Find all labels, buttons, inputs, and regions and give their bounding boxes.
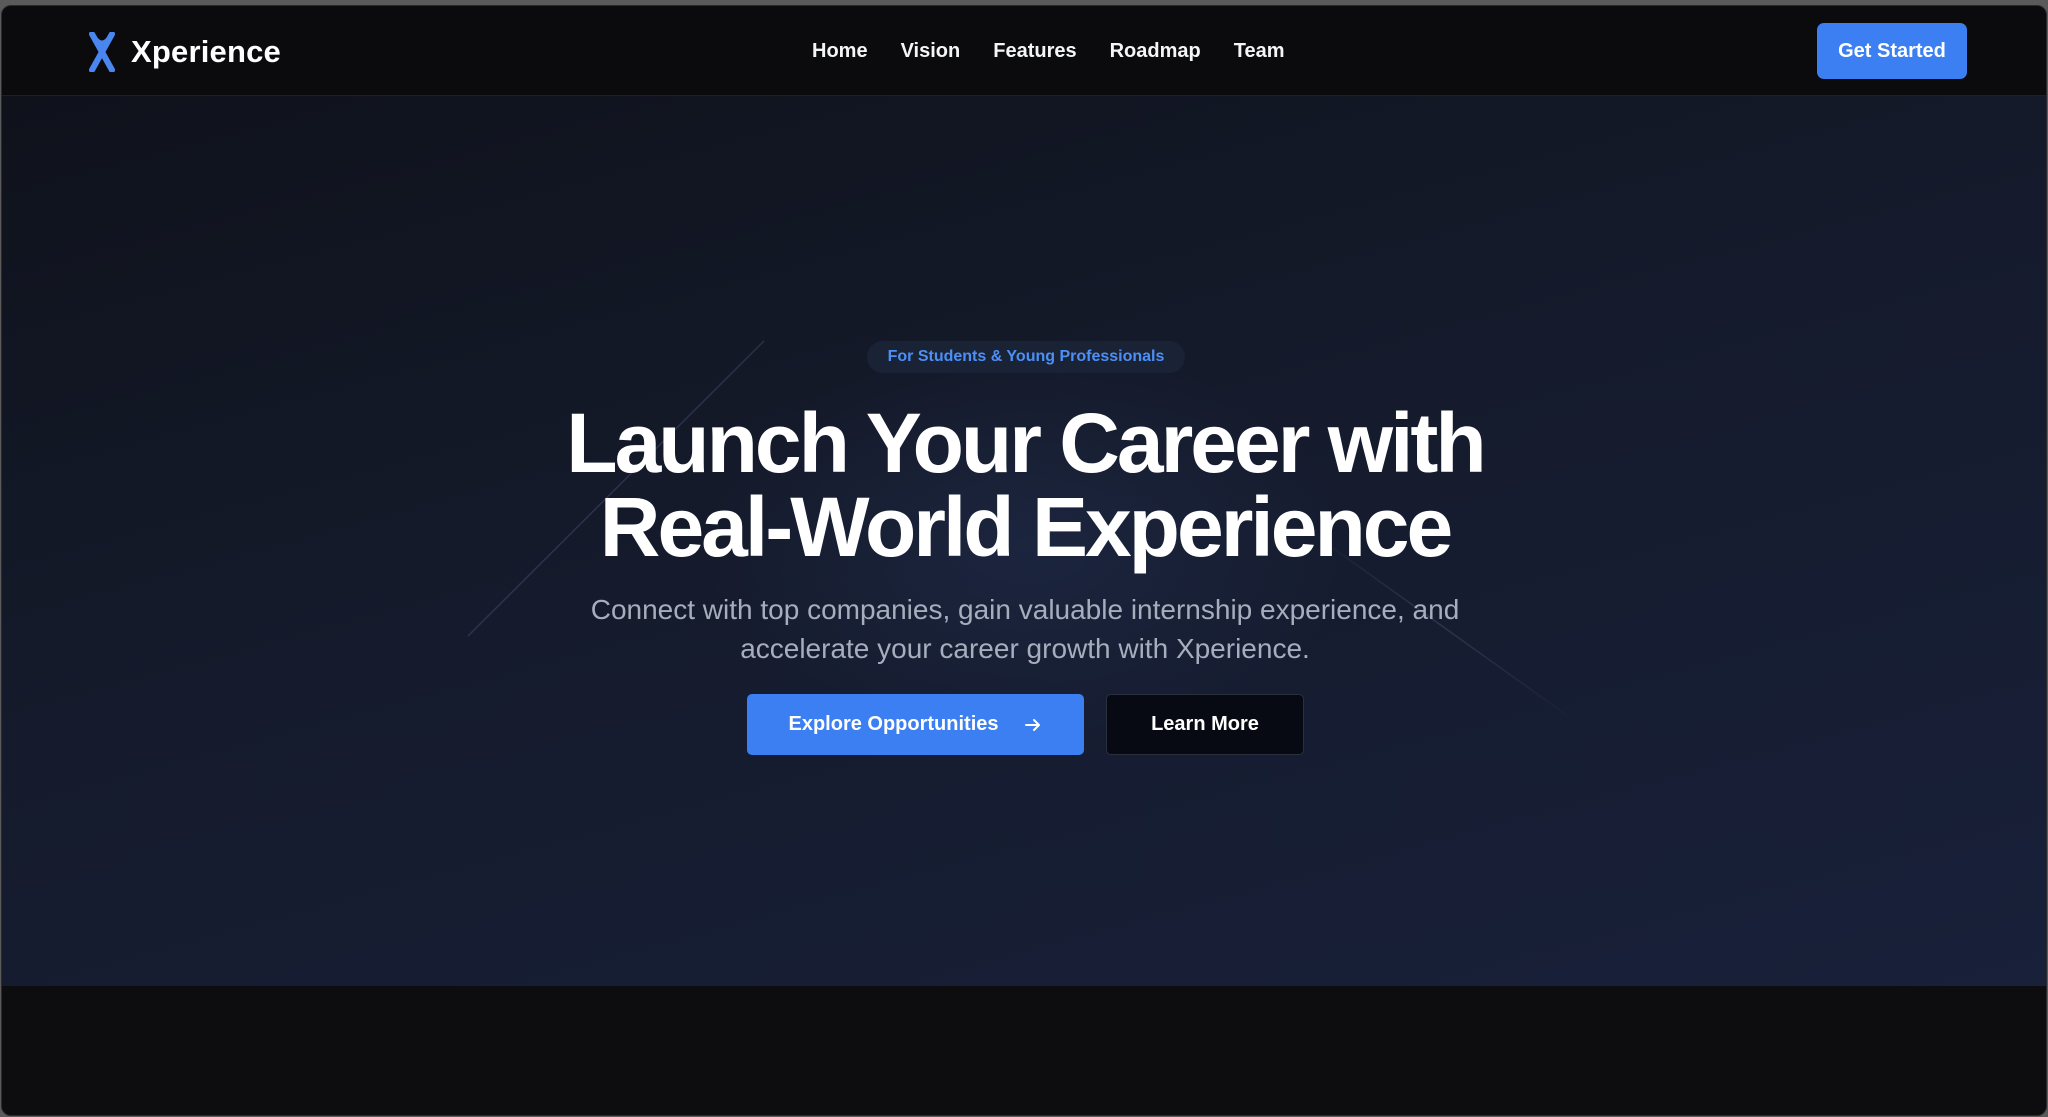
nav-link-features[interactable]: Features [993,40,1076,63]
explore-opportunities-label: Explore Opportunities [788,713,999,735]
main-nav: Home Vision Features Roadmap Team [812,40,1285,63]
arrow-right-icon [1024,718,1040,731]
next-section [2,986,2046,1115]
x-logo-icon [89,32,115,72]
hero-section: For Students & Young Professionals Launc… [2,96,2046,986]
browser-window: Xperience Home Vision Features Roadmap T… [1,5,2047,1116]
hero-subtitle: Connect with top companies, gain valuabl… [525,590,1525,668]
hero-subtitle-line2: accelerate your career growth with Xperi… [740,633,1310,664]
audience-badge: For Students & Young Professionals [867,341,1185,373]
nav-link-team[interactable]: Team [1234,40,1285,63]
explore-opportunities-button[interactable]: Explore Opportunities [747,694,1084,755]
brand-logo[interactable]: Xperience [89,31,281,73]
brand-name: Xperience [131,34,281,69]
hero-subtitle-line1: Connect with top companies, gain valuabl… [590,594,1460,625]
nav-link-vision[interactable]: Vision [901,40,961,63]
nav-link-roadmap[interactable]: Roadmap [1110,40,1201,63]
hero-title: Launch Your Career with Real-World Exper… [2,401,2046,569]
learn-more-button[interactable]: Learn More [1106,694,1304,755]
get-started-button[interactable]: Get Started [1817,23,1967,79]
hero-title-line2: Real-World Experience [599,480,1453,574]
nav-link-home[interactable]: Home [812,40,868,63]
navbar: Xperience Home Vision Features Roadmap T… [2,6,2046,96]
hero-title-line1: Launch Your Career with [566,396,1486,490]
